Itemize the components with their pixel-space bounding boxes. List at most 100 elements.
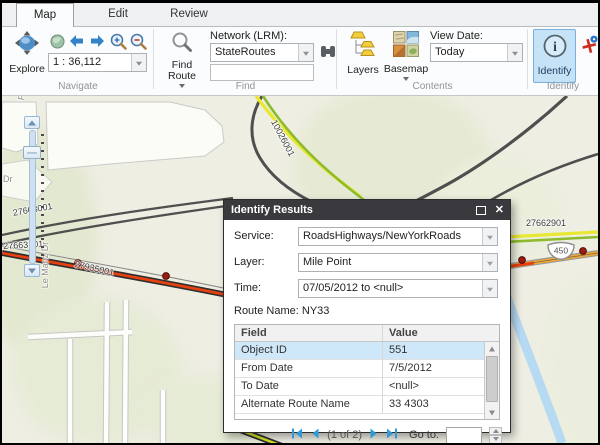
table-scrollbar[interactable] [484, 342, 499, 419]
route-line-green [263, 96, 364, 200]
spinner-down-icon[interactable] [489, 435, 502, 443]
service-label: Service: [234, 227, 298, 246]
scroll-down-icon[interactable] [485, 406, 499, 419]
route-name-label: Route Name: [234, 305, 299, 317]
maximize-icon[interactable] [476, 206, 486, 215]
route-name-line: Route Name: NY33 [234, 305, 500, 317]
column-header-field[interactable]: Field [235, 325, 383, 341]
tab-map[interactable]: Map [16, 3, 74, 28]
last-page-icon[interactable] [386, 426, 398, 443]
forward-arrow-icon[interactable] [89, 34, 106, 53]
service-combobox[interactable]: RoadsHighways/NewYorkRoads [298, 227, 498, 246]
service-row: Service: RoadsHighways/NewYorkRoads [234, 227, 498, 246]
application-window: Map Edit Review Explore [0, 0, 600, 445]
street-casings [28, 300, 163, 443]
route-point-marker[interactable] [163, 273, 170, 280]
first-page-icon[interactable] [291, 426, 303, 443]
view-date-value: Today [431, 44, 507, 61]
layers-label: Layers [347, 65, 379, 76]
route-line-yellow [256, 96, 360, 196]
route-shield-label: 450 [554, 246, 568, 256]
street-name-label: Dr [3, 174, 13, 184]
service-dropdown-button[interactable] [482, 228, 497, 245]
explore-label: Explore [9, 64, 45, 75]
network-lrm-combobox[interactable]: StateRoutes [210, 43, 314, 62]
network-lrm-value: StateRoutes [211, 44, 298, 61]
table-row[interactable]: To Date <null> [235, 378, 499, 396]
layer-label: Layer: [234, 253, 298, 272]
group-label-contents: Contents [337, 81, 528, 94]
group-separator [527, 29, 528, 89]
table-row[interactable]: Alternate Route Name 33 4303 [235, 396, 499, 414]
route-point-marker[interactable] [519, 257, 526, 264]
view-date-dropdown-button[interactable] [507, 44, 522, 61]
time-value: 07/05/2012 to <null> [299, 280, 482, 297]
route-name-value: NY33 [302, 305, 330, 317]
back-arrow-icon[interactable] [68, 34, 85, 53]
spinner-up-icon[interactable] [489, 427, 502, 436]
group-label-navigate: Navigate [2, 81, 154, 94]
highway-ramp [392, 96, 567, 214]
identify-button[interactable]: i Identify [533, 29, 576, 83]
cell-field: Object ID [235, 342, 383, 359]
layer-combobox[interactable]: Mile Point [298, 253, 498, 272]
street-fills [28, 300, 163, 443]
scale-dropdown-button[interactable] [131, 54, 146, 71]
dialog-titlebar[interactable]: Identify Results ✕ [224, 200, 510, 220]
table-row[interactable]: From Date 7/5/2012 [235, 360, 499, 378]
goto-spinner [489, 427, 502, 444]
next-page-icon[interactable] [369, 426, 379, 443]
explore-button[interactable]: Explore [6, 30, 48, 86]
route-line-yellow [505, 232, 598, 237]
scroll-up-icon[interactable] [485, 342, 499, 355]
group-separator [336, 29, 337, 89]
zoom-slider-down-button[interactable] [24, 264, 40, 277]
cell-value: 551 [383, 342, 484, 359]
zoom-slider-up-button[interactable] [24, 116, 40, 129]
layer-row: Layer: Mile Point [234, 253, 498, 272]
binoculars-icon[interactable] [320, 44, 336, 64]
close-icon[interactable]: ✕ [495, 205, 504, 215]
network-lrm-dropdown-button[interactable] [298, 44, 313, 61]
ribbon-body: Explore [2, 27, 598, 96]
view-date-label: View Date: [430, 30, 483, 42]
find-route-label: Find Route [160, 60, 204, 82]
page-indicator: (1 of 2) [327, 429, 362, 441]
tab-review[interactable]: Review [158, 3, 220, 27]
identify-circle-i-icon: i [542, 33, 568, 64]
full-extent-globe-icon[interactable] [50, 34, 65, 54]
time-dropdown-button[interactable] [482, 280, 497, 297]
previous-page-icon[interactable] [310, 426, 320, 443]
table-row-partial [235, 414, 499, 420]
tab-edit[interactable]: Edit [92, 3, 144, 27]
view-date-combobox[interactable]: Today [430, 43, 523, 62]
basemap-icon [393, 31, 419, 62]
time-combobox[interactable]: 07/05/2012 to <null> [298, 279, 498, 298]
city-block [46, 102, 224, 170]
pagination-bar: (1 of 2) Go to: [234, 426, 502, 443]
time-label: Time: [234, 279, 298, 298]
cell-field: To Date [235, 378, 383, 395]
route-point-marker[interactable] [580, 248, 587, 255]
group-separator [153, 29, 154, 89]
zoom-slider-handle[interactable] [23, 146, 41, 159]
identify-results-dialog: Identify Results ✕ Service: RoadsHighway… [223, 199, 511, 433]
cell-field: From Date [235, 360, 383, 377]
layers-icon [350, 31, 377, 63]
goto-page-input[interactable] [446, 427, 482, 444]
group-label-identify: Identify [528, 81, 598, 94]
column-header-value[interactable]: Value [383, 325, 484, 341]
map-canvas[interactable]: 450 27663001 27663101 27935001 10026001 … [2, 96, 598, 443]
network-lrm-label: Network (LRM): [210, 30, 287, 42]
route-id-label: 27663101 [3, 239, 44, 251]
identify-route-location-tool-icon[interactable] [580, 35, 599, 59]
table-row[interactable]: Object ID 551 [235, 342, 499, 360]
dialog-title: Identify Results [231, 204, 476, 216]
time-row: Time: 07/05/2012 to <null> [234, 279, 498, 298]
scale-combobox[interactable]: 1 : 36,112 [48, 53, 147, 72]
layer-dropdown-button[interactable] [482, 254, 497, 271]
find-secondary-input[interactable] [210, 64, 314, 81]
cell-value: 33 4303 [383, 396, 484, 413]
scrollbar-thumb[interactable] [486, 356, 498, 402]
service-value: RoadsHighways/NewYorkRoads [299, 228, 482, 245]
